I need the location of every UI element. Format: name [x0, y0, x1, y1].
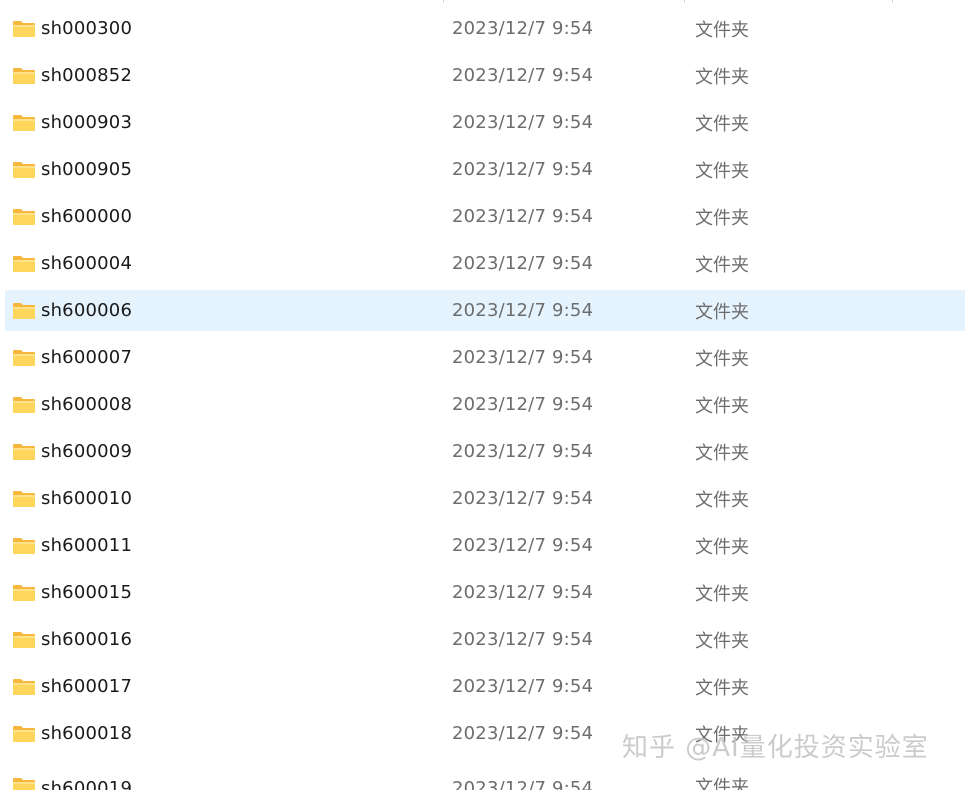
folder-icon [12, 66, 36, 86]
file-row[interactable]: sh600011 2023/12/7 9:54 文件夹 [5, 525, 965, 566]
file-name: sh600004 [41, 253, 133, 274]
file-name: sh000905 [41, 159, 133, 180]
folder-icon [12, 301, 36, 321]
file-list: sh000300 2023/12/7 9:54 文件夹 sh000852 2023/12… [0, 8, 965, 796]
file-modified-date: 2023/12/7 9:54 [452, 112, 594, 133]
file-type: 文件夹 [695, 113, 749, 135]
size-column-divider[interactable] [892, 0, 893, 3]
file-modified-date: 2023/12/7 9:54 [452, 347, 594, 368]
folder-icon [12, 536, 36, 556]
file-name: sh600018 [41, 723, 133, 744]
file-type: 文件夹 [695, 536, 749, 558]
file-row[interactable]: sh600006 2023/12/7 9:54 文件夹 [5, 290, 965, 331]
file-name: sh600010 [41, 488, 133, 509]
folder-icon [12, 677, 36, 697]
file-name: sh600019 [41, 778, 133, 790]
file-modified-date: 2023/12/7 9:54 [452, 676, 594, 697]
file-row[interactable]: sh600017 2023/12/7 9:54 文件夹 [5, 666, 965, 707]
file-row[interactable]: sh600004 2023/12/7 9:54 文件夹 [5, 243, 965, 284]
folder-icon [12, 348, 36, 368]
file-row[interactable]: sh600019 2023/12/7 9:54 文件夹 [5, 760, 965, 790]
file-type: 文件夹 [695, 254, 749, 276]
file-name: sh600006 [41, 300, 133, 321]
file-modified-date: 2023/12/7 9:54 [452, 394, 594, 415]
folder-icon [12, 489, 36, 509]
folder-icon [12, 395, 36, 415]
file-modified-date: 2023/12/7 9:54 [452, 441, 594, 462]
folder-icon [12, 776, 36, 790]
file-row[interactable]: sh600008 2023/12/7 9:54 文件夹 [5, 384, 965, 425]
file-modified-date: 2023/12/7 9:54 [452, 723, 594, 744]
file-name: sh600017 [41, 676, 133, 697]
file-type: 文件夹 [695, 630, 749, 652]
file-name: sh600007 [41, 347, 133, 368]
file-name: sh000300 [41, 18, 133, 39]
file-modified-date: 2023/12/7 9:54 [452, 778, 594, 790]
file-modified-date: 2023/12/7 9:54 [452, 65, 594, 86]
file-type: 文件夹 [695, 442, 749, 464]
file-type: 文件夹 [695, 160, 749, 182]
file-name: sh600016 [41, 629, 133, 650]
file-type: 文件夹 [695, 777, 749, 790]
file-type: 文件夹 [695, 489, 749, 511]
folder-icon [12, 442, 36, 462]
file-row[interactable]: sh600009 2023/12/7 9:54 文件夹 [5, 431, 965, 472]
file-type: 文件夹 [695, 19, 749, 41]
date-column-divider[interactable] [443, 0, 444, 3]
file-modified-date: 2023/12/7 9:54 [452, 159, 594, 180]
file-modified-date: 2023/12/7 9:54 [452, 300, 594, 321]
file-row[interactable]: sh000852 2023/12/7 9:54 文件夹 [5, 55, 965, 96]
folder-icon [12, 113, 36, 133]
file-modified-date: 2023/12/7 9:54 [452, 18, 594, 39]
file-name: sh600009 [41, 441, 133, 462]
folder-icon [12, 207, 36, 227]
file-name: sh000852 [41, 65, 133, 86]
file-type: 文件夹 [695, 348, 749, 370]
file-modified-date: 2023/12/7 9:54 [452, 629, 594, 650]
file-modified-date: 2023/12/7 9:54 [452, 206, 594, 227]
file-modified-date: 2023/12/7 9:54 [452, 535, 594, 556]
file-name: sh600015 [41, 582, 133, 603]
file-type: 文件夹 [695, 66, 749, 88]
file-row[interactable]: sh600016 2023/12/7 9:54 文件夹 [5, 619, 965, 660]
file-type: 文件夹 [695, 207, 749, 229]
file-row[interactable]: sh600015 2023/12/7 9:54 文件夹 [5, 572, 965, 613]
file-row[interactable]: sh000300 2023/12/7 9:54 文件夹 [5, 8, 965, 49]
file-row[interactable]: sh600000 2023/12/7 9:54 文件夹 [5, 196, 965, 237]
watermark: 知乎 @AI量化投资实验室 [622, 733, 929, 763]
file-name: sh600008 [41, 394, 133, 415]
file-modified-date: 2023/12/7 9:54 [452, 488, 594, 509]
file-row[interactable]: sh000903 2023/12/7 9:54 文件夹 [5, 102, 965, 143]
file-type: 文件夹 [695, 395, 749, 417]
file-modified-date: 2023/12/7 9:54 [452, 582, 594, 603]
folder-icon [12, 630, 36, 650]
folder-icon [12, 19, 36, 39]
file-modified-date: 2023/12/7 9:54 [452, 253, 594, 274]
folder-icon [12, 724, 36, 744]
file-name: sh000903 [41, 112, 133, 133]
column-header-dividers [0, 0, 965, 4]
folder-icon [12, 254, 36, 274]
folder-icon [12, 583, 36, 603]
type-column-divider[interactable] [684, 0, 685, 3]
file-row[interactable]: sh000905 2023/12/7 9:54 文件夹 [5, 149, 965, 190]
file-type: 文件夹 [695, 301, 749, 323]
folder-icon [12, 160, 36, 180]
file-name: sh600011 [41, 535, 133, 556]
file-name: sh600000 [41, 206, 133, 227]
file-row[interactable]: sh600007 2023/12/7 9:54 文件夹 [5, 337, 965, 378]
file-row[interactable]: sh600010 2023/12/7 9:54 文件夹 [5, 478, 965, 519]
file-type: 文件夹 [695, 677, 749, 699]
file-type: 文件夹 [695, 583, 749, 605]
